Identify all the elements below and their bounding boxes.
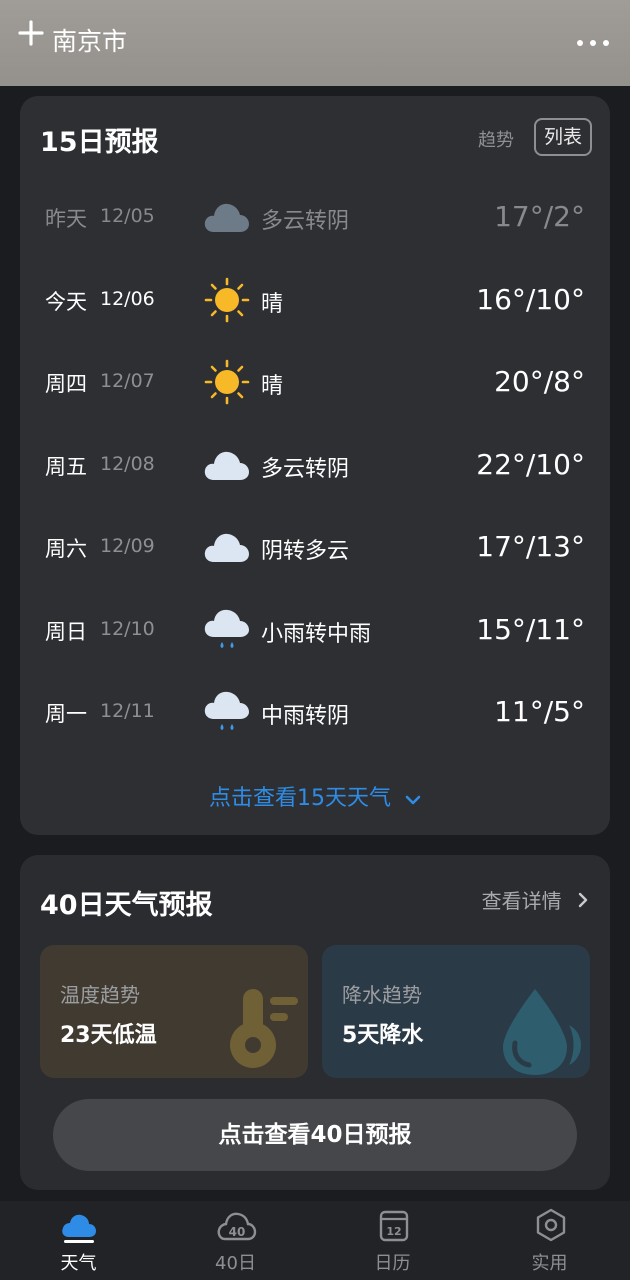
forecast-date: 12/11 (100, 700, 155, 722)
forecast-40-title: 40日天气预报 (40, 890, 213, 921)
view-40-day-button[interactable]: 点击查看40日预报 (53, 1099, 577, 1171)
forecast-row[interactable]: 周五 12/08 多云转阴 22°/10° (20, 430, 610, 500)
forecast-temperature: 11°/5° (494, 695, 585, 728)
plus-icon[interactable] (18, 20, 46, 50)
precipitation-trend-label: 降水趋势 (342, 983, 422, 1007)
forecast-day: 周五 (45, 454, 87, 479)
tab-40-day[interactable]: 40 40日 (157, 1201, 314, 1280)
forecast-temperature: 22°/10° (476, 447, 585, 481)
bottom-tab-bar: 天气 40 40日 12 日历 实用 (0, 1201, 630, 1280)
forty-day-icon-text: 40 (229, 1225, 246, 1239)
tab-tools[interactable]: 实用 (471, 1201, 628, 1280)
forecast-15-title: 15日预报 (40, 127, 159, 158)
forecast-date: 12/10 (100, 617, 155, 640)
raindrop-icon (503, 989, 581, 1075)
view-details-label: 查看详情 (481, 889, 562, 913)
rain-icon (202, 607, 252, 653)
forecast-row[interactable]: 昨天 12/05 多云转阴 17°/2° (20, 182, 610, 252)
forecast-condition: 小雨转中雨 (261, 621, 372, 647)
forecast-row[interactable]: 周四 12/07 晴 20°/8° (20, 347, 610, 417)
view-15-day-label: 点击查看15天天气 (209, 786, 391, 811)
forecast-row[interactable]: 周六 12/09 阴转多云 17°/13° (20, 512, 610, 582)
forecast-condition: 晴 (261, 374, 284, 399)
forecast-date: 12/06 (100, 287, 155, 310)
forecast-condition: 多云转阴 (261, 209, 350, 234)
forecast-condition: 阴转多云 (261, 539, 350, 564)
forecast-date: 12/09 (100, 535, 155, 557)
forecast-row[interactable]: 今天 12/06 晴 16°/10° (20, 265, 610, 335)
temperature-trend-tile[interactable]: 温度趋势 23天低温 (40, 945, 308, 1078)
forecast-day: 昨天 (45, 207, 87, 231)
cloudy-icon (202, 194, 252, 240)
forecast-day: 周日 (45, 619, 87, 644)
temperature-trend-label: 温度趋势 (60, 983, 140, 1007)
forecast-row[interactable]: 周日 12/10 小雨转中雨 15°/11° (20, 595, 610, 665)
view-details-link[interactable]: 查看详情 (482, 885, 588, 914)
more-icon[interactable] (576, 26, 610, 54)
rain-icon (202, 689, 252, 735)
forecast-temperature: 16°/10° (476, 282, 585, 316)
forecast-temperature: 15°/11° (476, 612, 585, 646)
chevron-down-icon (405, 789, 421, 810)
top-bar: 南京市 (0, 0, 630, 86)
tools-icon (536, 1208, 566, 1242)
calendar-icon: 12 (379, 1210, 409, 1242)
temperature-trend-value: 23天低温 (60, 1023, 157, 1048)
sunny-icon (202, 359, 252, 405)
list-toggle[interactable]: 列表 (534, 118, 592, 156)
tab-tools-label: 实用 (531, 1253, 568, 1274)
forecast-40-card: 40日天气预报 查看详情 温度趋势 23天低温 降水趋势 5天降水 点击查看40… (20, 855, 610, 1190)
forty-day-icon: 40 (217, 1212, 257, 1241)
forecast-day: 周一 (45, 702, 87, 726)
view-15-day-link[interactable]: 点击查看15天天气 (20, 780, 610, 812)
chevron-right-icon (572, 889, 588, 913)
forecast-condition: 晴 (261, 291, 284, 317)
forecast-date: 12/05 (100, 205, 155, 227)
thermometer-icon (230, 989, 298, 1068)
forecast-condition: 中雨转阴 (261, 704, 350, 729)
forecast-temperature: 17°/2° (494, 200, 585, 233)
calendar-icon-text: 12 (386, 1225, 401, 1238)
forecast-date: 12/07 (100, 370, 155, 392)
forecast-date: 12/08 (100, 452, 155, 475)
cloudy-icon (202, 442, 252, 488)
forecast-day: 周六 (45, 537, 87, 561)
trend-toggle[interactable]: 趋势 (478, 126, 514, 152)
forecast-temperature: 20°/8° (494, 365, 585, 398)
city-name[interactable]: 南京市 (52, 22, 127, 58)
forecast-day: 今天 (45, 289, 87, 314)
cloudy-icon (202, 524, 252, 570)
tab-calendar[interactable]: 12 日历 (314, 1201, 471, 1280)
sunny-icon (202, 277, 252, 323)
tab-calendar-label: 日历 (374, 1253, 411, 1274)
forecast-temperature: 17°/13° (476, 530, 585, 563)
weather-cloud-icon (62, 1214, 96, 1243)
precipitation-trend-tile[interactable]: 降水趋势 5天降水 (322, 945, 590, 1078)
forecast-day: 周四 (45, 372, 87, 396)
tab-40-day-label: 40日 (215, 1253, 256, 1274)
forecast-15-card: 15日预报 趋势 列表 昨天 12/05 多云转阴 17°/2° 今天 12/06 晴 16°… (20, 96, 610, 835)
tab-weather[interactable]: 天气 (0, 1201, 157, 1280)
forecast-row[interactable]: 周一 12/11 中雨转阴 11°/5° (20, 677, 610, 747)
tab-weather-label: 天气 (60, 1253, 97, 1274)
precipitation-trend-value: 5天降水 (342, 1023, 424, 1048)
forecast-condition: 多云转阴 (261, 456, 350, 482)
